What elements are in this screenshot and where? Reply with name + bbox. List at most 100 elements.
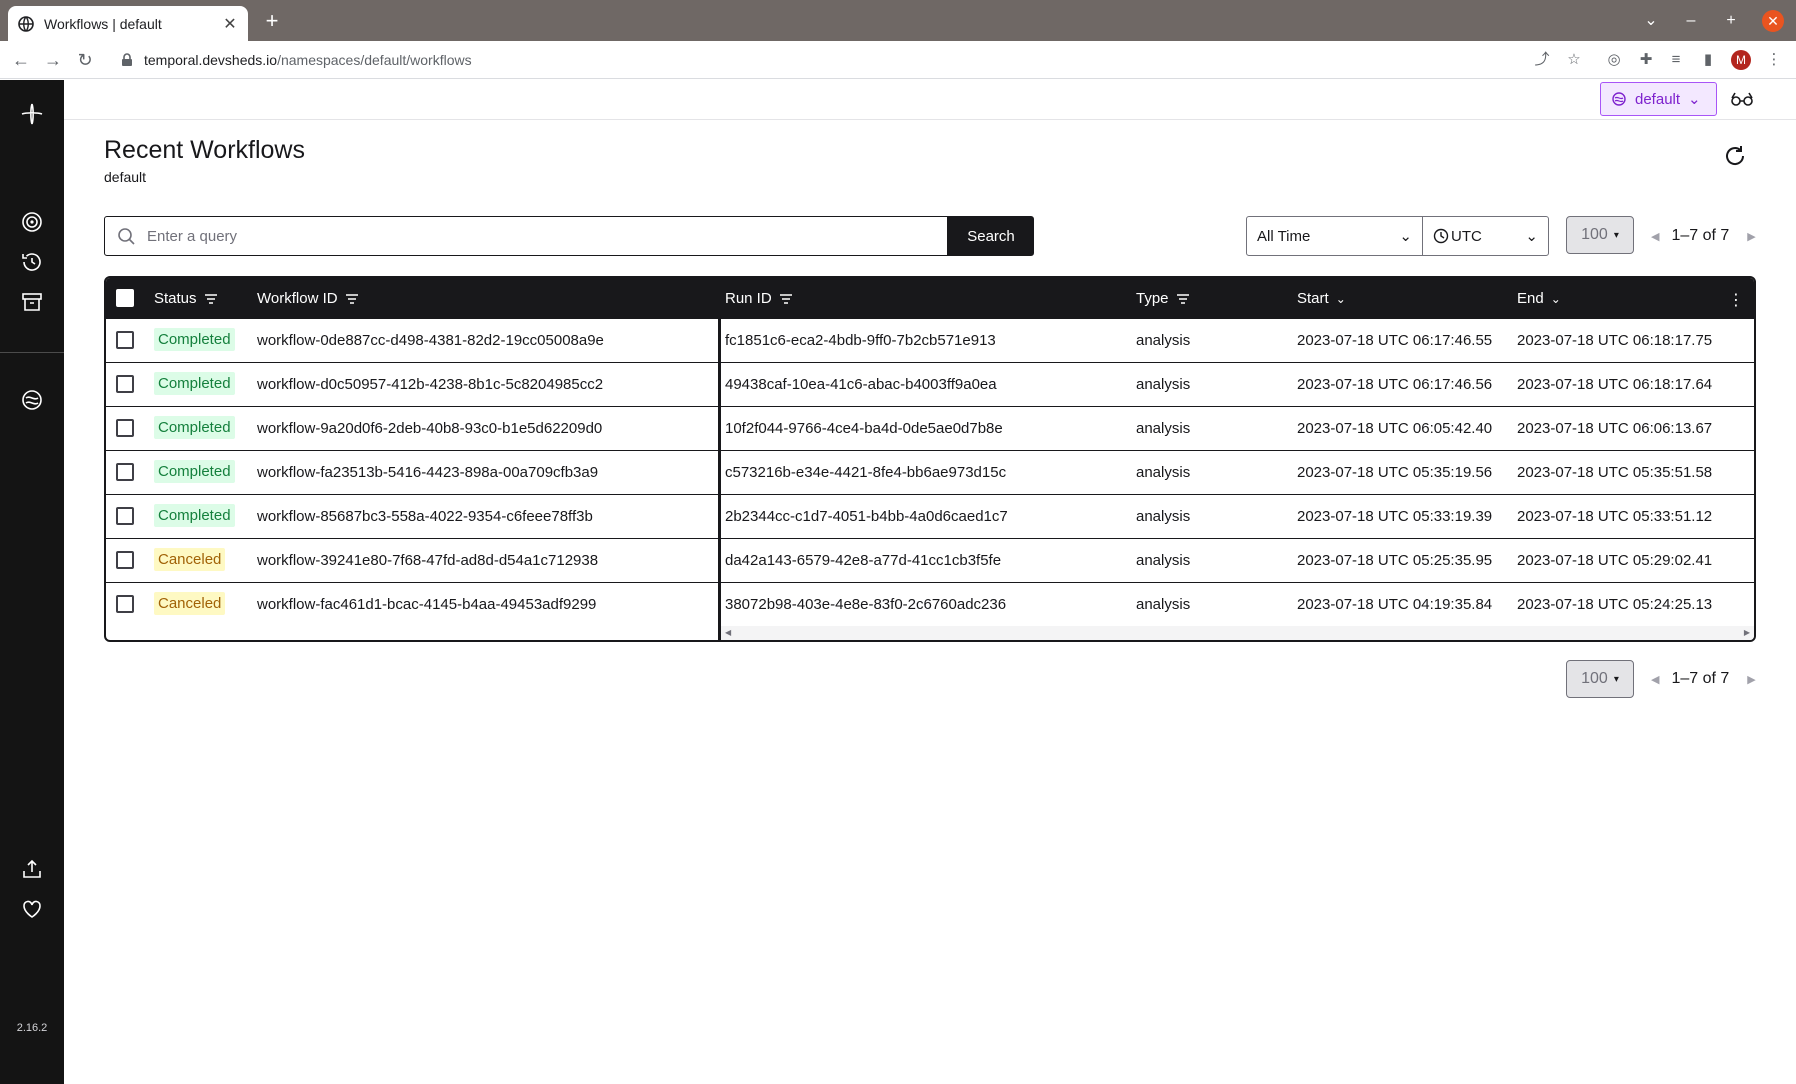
run-id-link[interactable]: 10f2f044-9766-4ce4-ba4d-0de5ae0d7b8e: [725, 420, 1003, 437]
filter-icon: [779, 293, 792, 304]
next-page-icon[interactable]: ▶: [1747, 230, 1755, 243]
extensions-puzzle-icon[interactable]: ✚: [1636, 50, 1656, 70]
workflow-id-link[interactable]: workflow-85687bc3-558a-4022-9354-c6feee7…: [257, 508, 593, 525]
sidebar-divider: [0, 352, 64, 353]
row-checkbox[interactable]: [116, 375, 134, 393]
header-workflow-id-label: Workflow ID: [257, 290, 338, 307]
app-sidebar: 2.16.2: [0, 80, 64, 1084]
minimize-icon[interactable]: –: [1678, 8, 1704, 34]
filter-icon: [204, 293, 217, 304]
search-button[interactable]: Search: [948, 216, 1034, 256]
search-icon: [118, 228, 135, 245]
run-id-link[interactable]: fc1851c6-eca2-4bdb-9ff0-7b2cb571e913: [725, 332, 996, 349]
header-type-label: Type: [1136, 290, 1169, 307]
table-row[interactable]: Completed workflow-d0c50957-412b-4238-8b1…: [106, 363, 1754, 407]
filter-icon: [1176, 293, 1189, 304]
row-checkbox[interactable]: [116, 419, 134, 437]
run-id-link[interactable]: 49438caf-10ea-41c6-abac-b4003ff9a0ea: [725, 376, 997, 393]
refresh-icon[interactable]: [1722, 143, 1748, 169]
run-id-link[interactable]: 38072b98-403e-4e8e-83f0-2c6760adc236: [725, 596, 1006, 613]
bookmark-star-icon[interactable]: ☆: [1564, 50, 1584, 70]
per-page-value: 100: [1581, 670, 1608, 687]
workflow-type: analysis: [1136, 508, 1191, 525]
share-icon[interactable]: ⤴: [1532, 50, 1552, 70]
forward-icon[interactable]: →: [42, 49, 64, 71]
run-id-link[interactable]: 2b2344cc-c1d7-4051-b4bb-4a0d6caed1c7: [725, 508, 1008, 525]
table-row[interactable]: Completed workflow-9a20d0f6-2deb-40b8-93c…: [106, 407, 1754, 451]
end-time: 2023-07-18 UTC 06:18:17.64: [1517, 376, 1713, 393]
search-input[interactable]: [147, 218, 947, 254]
chevron-down-icon: ▾: [1613, 673, 1619, 685]
workflow-id-link[interactable]: workflow-39241e80-7f68-47fd-ad8d-d54a1c7…: [257, 552, 598, 569]
status-badge: Canceled: [154, 548, 226, 571]
header-run-id[interactable]: Run ID: [725, 290, 793, 307]
run-id-link[interactable]: c573216b-e34e-4421-8fe4-bb6ae973d15c: [725, 464, 1006, 481]
time-range-select[interactable]: All Time ⌄: [1246, 216, 1423, 256]
upload-feedback-icon[interactable]: [20, 857, 44, 881]
header-start[interactable]: Start ⌄: [1297, 290, 1346, 307]
horizontal-scrollbar[interactable]: ◀ ▶: [721, 626, 1754, 640]
workflow-id-link[interactable]: workflow-9a20d0f6-2deb-40b8-93c0-b1e5d62…: [257, 420, 602, 437]
address-field[interactable]: temporal.devsheds.io/namespaces/default/…: [112, 46, 1572, 74]
schedules-icon[interactable]: [20, 250, 44, 274]
next-page-icon[interactable]: ▶: [1747, 673, 1755, 686]
run-id-link[interactable]: da42a143-6579-42e8-a77d-41cc1cb3f5fe: [725, 552, 1001, 569]
archive-icon[interactable]: [20, 290, 44, 314]
browser-menu-icon[interactable]: ⋮: [1764, 50, 1784, 70]
row-checkbox[interactable]: [116, 595, 134, 613]
row-checkbox[interactable]: [116, 551, 134, 569]
scroll-right-icon[interactable]: ▶: [1744, 628, 1750, 637]
lock-icon: [122, 53, 132, 66]
namespace-switcher[interactable]: default ⌄: [1600, 82, 1717, 116]
previous-page-icon[interactable]: ◀: [1651, 673, 1659, 686]
row-checkbox[interactable]: [116, 507, 134, 525]
select-all-checkbox[interactable]: [116, 289, 134, 307]
per-page-select-bottom[interactable]: 100 ▾: [1566, 660, 1634, 698]
side-panel-icon[interactable]: ▮: [1698, 50, 1718, 70]
data-encoder-glasses-icon[interactable]: [1730, 90, 1754, 108]
tab-search-icon[interactable]: ⌄: [1638, 8, 1664, 34]
end-time: 2023-07-18 UTC 05:35:51.58: [1517, 464, 1713, 481]
column-options-icon[interactable]: ⋮: [1728, 290, 1744, 310]
maximize-icon[interactable]: +: [1718, 8, 1744, 34]
table-row[interactable]: Canceled workflow-39241e80-7f68-47fd-ad8d…: [106, 539, 1754, 583]
row-checkbox[interactable]: [116, 463, 134, 481]
header-end[interactable]: End ⌄: [1517, 290, 1561, 307]
header-workflow-id[interactable]: Workflow ID: [257, 290, 359, 307]
profile-avatar[interactable]: M: [1731, 50, 1751, 70]
heart-icon[interactable]: [20, 897, 44, 921]
header-type[interactable]: Type: [1136, 290, 1190, 307]
namespaces-icon[interactable]: [20, 388, 44, 412]
workflow-id-link[interactable]: workflow-d0c50957-412b-4238-8b1c-5c82049…: [257, 376, 603, 393]
extension-temporal-icon[interactable]: ◎: [1604, 50, 1624, 70]
filter-icon: [345, 293, 358, 304]
table-row[interactable]: Canceled workflow-fac461d1-bcac-4145-b4aa…: [106, 583, 1754, 627]
globe-icon: [18, 15, 34, 32]
table-row[interactable]: Completed workflow-0de887cc-d498-4381-82d…: [106, 319, 1754, 363]
reload-icon[interactable]: ↻: [74, 49, 96, 71]
table-row[interactable]: Completed workflow-85687bc3-558a-4022-935…: [106, 495, 1754, 539]
scroll-left-icon[interactable]: ◀: [725, 628, 731, 637]
per-page-select-top[interactable]: 100 ▾: [1566, 216, 1634, 254]
temporal-logo-icon[interactable]: [20, 102, 44, 126]
reading-list-icon[interactable]: ≡: [1666, 50, 1686, 70]
workflow-id-link[interactable]: workflow-fac461d1-bcac-4145-b4aa-49453ad…: [257, 596, 596, 613]
page-subtitle: default: [104, 169, 147, 185]
back-icon[interactable]: ←: [10, 49, 32, 71]
end-time: 2023-07-18 UTC 06:06:13.67: [1517, 420, 1713, 437]
close-tab-icon[interactable]: ✕: [222, 14, 238, 34]
browser-tab[interactable]: Workflows | default ✕: [8, 6, 248, 41]
workflows-icon[interactable]: [20, 210, 44, 234]
close-window-icon[interactable]: ✕: [1762, 10, 1784, 32]
previous-page-icon[interactable]: ◀: [1651, 230, 1659, 243]
header-status[interactable]: Status: [154, 290, 218, 307]
namespace-label: default: [1635, 90, 1681, 108]
timezone-select[interactable]: UTC ⌄: [1422, 216, 1549, 256]
app-topbar: default ⌄: [64, 80, 1796, 120]
workflow-id-link[interactable]: workflow-0de887cc-d498-4381-82d2-19cc050…: [257, 332, 604, 349]
table-row[interactable]: Completed workflow-fa23513b-5416-4423-898…: [106, 451, 1754, 495]
browser-tabstrip: Workflows | default ✕ + ⌄ – + ✕: [0, 0, 1796, 41]
new-tab-button[interactable]: +: [260, 9, 284, 33]
workflow-id-link[interactable]: workflow-fa23513b-5416-4423-898a-00a709c…: [257, 464, 598, 481]
row-checkbox[interactable]: [116, 331, 134, 349]
